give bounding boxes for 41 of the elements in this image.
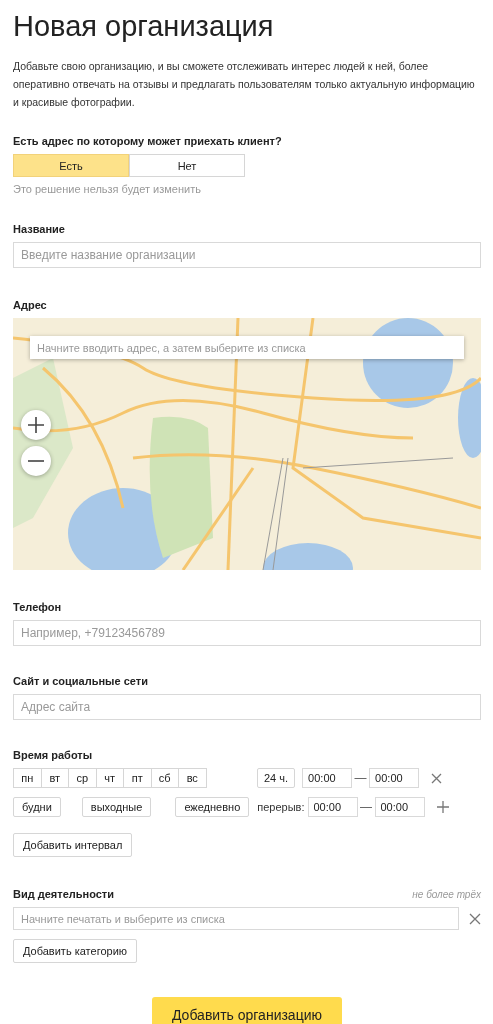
field-label: Сайт и социальные сети bbox=[13, 675, 149, 687]
preset-button[interactable]: будни bbox=[13, 797, 61, 817]
add-category-button[interactable]: Добавить категорию bbox=[13, 939, 138, 963]
limit-note: не более трёх bbox=[412, 889, 481, 900]
plus-icon[interactable] bbox=[436, 801, 449, 813]
text-field[interactable]: Например, +79123456789 bbox=[13, 620, 481, 646]
weekday-toggle[interactable]: пн bbox=[13, 768, 42, 788]
time-field[interactable]: 00:00 bbox=[307, 797, 358, 817]
break-label: перерыв: bbox=[257, 801, 305, 813]
field-label: Название bbox=[13, 223, 66, 235]
time-field[interactable]: 00:00 bbox=[374, 797, 425, 817]
submit-button[interactable]: Добавить организацию bbox=[152, 997, 342, 1024]
text-field[interactable]: Адрес сайта bbox=[13, 694, 481, 720]
intro-text: Добавьте свою организацию, и вы сможете отслеживать интерес людей к ней, более оперативно отвечать на отзывы и предлагать пользователям только актуальную информацию и красивые фотографии. bbox=[13, 59, 476, 110]
weekday-toggle[interactable]: пт bbox=[123, 768, 152, 788]
section-label: Время работы bbox=[13, 749, 94, 761]
all-day-button[interactable]: 24 ч. bbox=[257, 768, 296, 788]
add-interval-button[interactable]: Добавить интервал bbox=[13, 833, 133, 857]
plus-icon bbox=[27, 416, 45, 434]
weekday-toggle[interactable]: вс bbox=[178, 768, 207, 788]
preset-button[interactable]: выходные bbox=[81, 797, 152, 817]
address-search-field[interactable]: Начните вводить адрес, а затем выберите из списка bbox=[30, 336, 464, 359]
time-field[interactable]: 00:00 bbox=[302, 768, 353, 788]
question-label: Есть адрес по которому может приехать клиент? bbox=[13, 135, 283, 147]
close-icon[interactable] bbox=[469, 912, 481, 925]
weekday-toggle[interactable]: ср bbox=[68, 768, 97, 788]
time-field[interactable]: 00:00 bbox=[369, 768, 420, 788]
minus-icon bbox=[27, 460, 45, 462]
dash-separator: — bbox=[359, 800, 373, 814]
hint-text: Это решение нельзя будет изменить bbox=[13, 183, 202, 195]
preset-button[interactable]: ежедневно bbox=[175, 797, 250, 817]
close-icon[interactable] bbox=[431, 772, 443, 784]
category-field[interactable]: Начните печатать и выберите из списка bbox=[13, 907, 459, 930]
page-title: Новая организация bbox=[13, 9, 275, 44]
field-label: Телефон bbox=[13, 601, 63, 613]
choice-toggle[interactable]: Нет bbox=[129, 154, 245, 177]
choice-toggle[interactable]: Есть bbox=[13, 154, 129, 177]
field-label: Адрес bbox=[13, 299, 48, 311]
dash-separator: — bbox=[353, 771, 368, 785]
text-field[interactable]: Введите название организации bbox=[13, 242, 481, 268]
section-label: Вид деятельности bbox=[13, 888, 114, 900]
